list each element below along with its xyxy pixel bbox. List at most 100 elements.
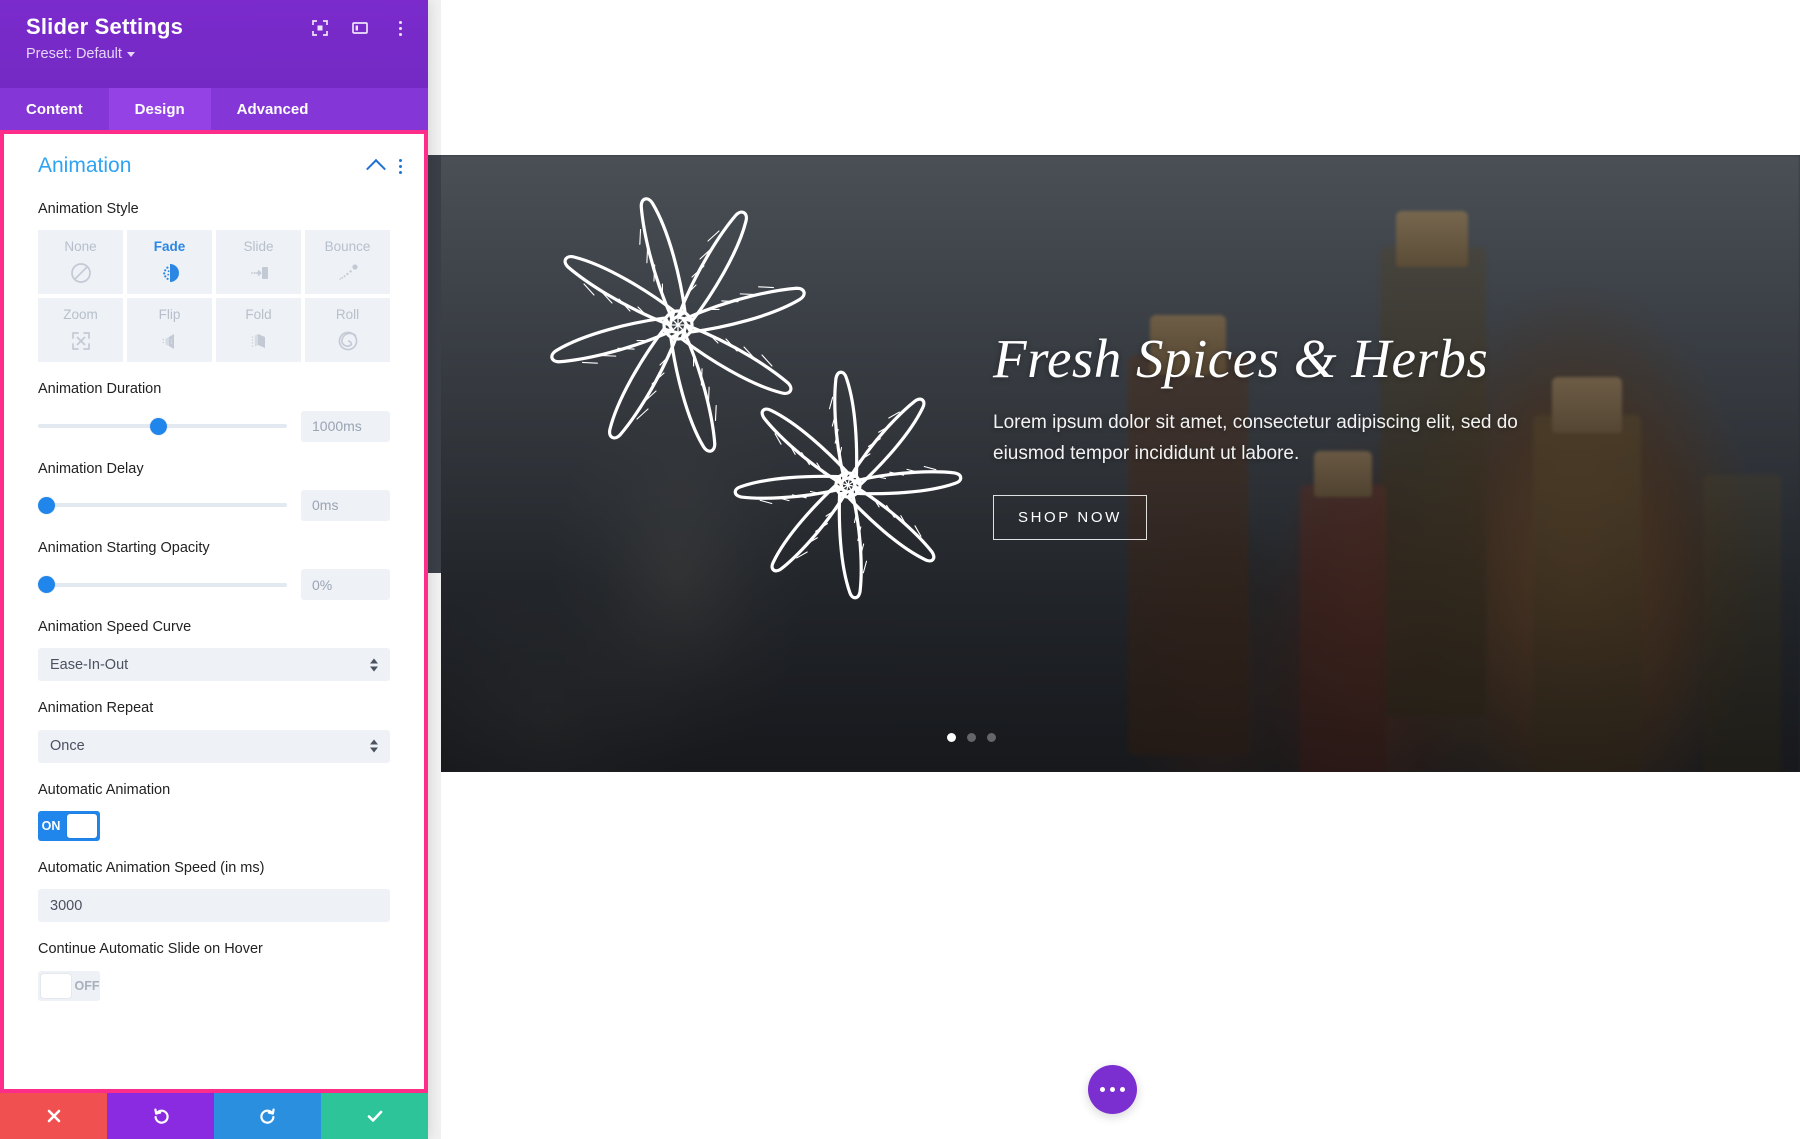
- slide-icon: [247, 260, 271, 286]
- slider-track: [38, 503, 287, 508]
- page-scrollbar-thumb[interactable]: [428, 155, 441, 573]
- bounce-icon: [336, 260, 360, 286]
- no-entry-icon: [69, 260, 93, 286]
- focus-icon[interactable]: [310, 18, 330, 38]
- star-anise-illustration: [548, 195, 988, 615]
- select-stepper-icon: [370, 739, 378, 753]
- slider-title: Fresh Spices & Herbs: [993, 328, 1489, 389]
- animation-style-zoom[interactable]: Zoom: [38, 298, 123, 363]
- field-label: Automatic Animation: [38, 781, 171, 798]
- animation-style-none[interactable]: None: [38, 230, 123, 295]
- select-stepper-icon: [370, 658, 378, 672]
- check-icon: [367, 1110, 382, 1122]
- toggle-knob: [41, 973, 71, 998]
- slider-knob[interactable]: [38, 576, 55, 594]
- redo-button[interactable]: [214, 1093, 321, 1139]
- field-label: Animation Style: [38, 201, 139, 217]
- slider-dot-1[interactable]: [947, 733, 956, 742]
- continue-on-hover-toggle[interactable]: OFF: [38, 970, 100, 1001]
- chevron-down-icon: [126, 51, 135, 57]
- layout-panel-icon[interactable]: [350, 18, 370, 38]
- section-title: Animation: [38, 154, 132, 177]
- select-value: Once: [50, 738, 85, 755]
- automatic-animation-speed-input[interactable]: 3000: [38, 889, 390, 923]
- preset-selector[interactable]: Preset: Default: [26, 46, 408, 62]
- animation-delay-input[interactable]: 0ms: [301, 489, 390, 521]
- field-label: Animation Starting Opacity: [38, 539, 210, 556]
- animation-style-label: Bounce: [324, 238, 371, 254]
- slider-knob[interactable]: [150, 417, 168, 435]
- flip-icon: [158, 328, 182, 354]
- animation-style-fade[interactable]: Fade: [127, 230, 212, 295]
- panel-footer: [0, 1093, 428, 1139]
- toggle-knob: [67, 813, 97, 838]
- tab-design[interactable]: Design: [108, 88, 211, 130]
- field-automatic-animation: Automatic Animation ON: [4, 781, 424, 841]
- field-animation-starting-opacity: Animation Starting Opacity 0%: [4, 539, 424, 601]
- panel-scroll-area[interactable]: Animation Animation Style None Fade Slid…: [4, 134, 424, 1089]
- field-animation-repeat: Animation Repeat Once: [4, 699, 424, 763]
- slider-pagination[interactable]: [947, 733, 996, 742]
- slider-control: 0ms: [38, 489, 390, 521]
- animation-speed-curve-select[interactable]: Ease-In-Out: [38, 648, 390, 682]
- tab-advanced[interactable]: Advanced: [211, 88, 335, 130]
- slider-control: 0%: [38, 569, 390, 601]
- preset-label: Preset: Default: [26, 46, 122, 62]
- undo-button[interactable]: [107, 1093, 214, 1139]
- close-icon: [47, 1109, 60, 1123]
- panel-body: Animation Animation Style None Fade Slid…: [0, 130, 428, 1093]
- slider-body-text: Lorem ipsum dolor sit amet, consectetur …: [993, 411, 1518, 464]
- fold-icon: [247, 328, 271, 354]
- animation-starting-opacity-slider[interactable]: [38, 575, 287, 595]
- ellipsis-dot: [1120, 1087, 1125, 1092]
- slider-settings-panel: Slider Settings Preset: Default Content …: [0, 0, 428, 1139]
- animation-style-label: Flip: [158, 306, 181, 322]
- field-animation-duration: Animation Duration 1000ms: [4, 380, 424, 442]
- animation-style-label: Zoom: [63, 306, 98, 322]
- animation-starting-opacity-input[interactable]: 0%: [301, 569, 390, 601]
- field-label: Animation Duration: [38, 381, 162, 398]
- field-label: Animation Repeat: [38, 700, 154, 717]
- screen: Fresh Spices & Herbs Lorem ipsum dolor s…: [0, 0, 1800, 1139]
- toggle-state-label: OFF: [74, 978, 100, 993]
- slider-dot-3[interactable]: [987, 733, 996, 742]
- animation-duration-slider[interactable]: [38, 416, 287, 436]
- ellipsis-dot: [1110, 1087, 1115, 1092]
- animation-repeat-select[interactable]: Once: [38, 729, 390, 763]
- field-animation-speed-curve: Animation Speed Curve Ease-In-Out: [4, 618, 424, 682]
- ellipsis-dot: [1100, 1087, 1105, 1092]
- animation-style-roll[interactable]: Roll: [305, 298, 390, 363]
- field-label: Animation Speed Curve: [38, 619, 192, 636]
- animation-section-header: Animation: [4, 134, 424, 182]
- page-settings-button[interactable]: [1088, 1065, 1137, 1114]
- animation-style-flip[interactable]: Flip: [127, 298, 212, 363]
- slider-module[interactable]: Fresh Spices & Herbs Lorem ipsum dolor s…: [428, 155, 1800, 772]
- animation-duration-input[interactable]: 1000ms: [301, 410, 390, 442]
- cancel-button[interactable]: [0, 1093, 107, 1139]
- more-options-icon[interactable]: [399, 158, 402, 174]
- animation-style-fold[interactable]: Fold: [216, 298, 301, 363]
- chevron-up-icon[interactable]: [366, 158, 386, 179]
- slider-dot-2[interactable]: [967, 733, 976, 742]
- animation-style-bounce[interactable]: Bounce: [305, 230, 390, 295]
- fade-icon: [158, 260, 182, 286]
- slider-copy: Fresh Spices & Herbs Lorem ipsum dolor s…: [993, 328, 1613, 541]
- field-label: Continue Automatic Slide on Hover: [38, 941, 263, 958]
- animation-style-label: Roll: [335, 306, 360, 322]
- more-options-icon[interactable]: [390, 18, 410, 38]
- save-button[interactable]: [321, 1093, 428, 1139]
- tab-content[interactable]: Content: [0, 88, 109, 130]
- slider-control: 1000ms: [38, 410, 390, 442]
- animation-style-label: Fade: [153, 238, 186, 254]
- shop-now-button[interactable]: SHOP NOW: [993, 495, 1147, 541]
- panel-tabs: Content Design Advanced: [0, 88, 428, 130]
- animation-delay-slider[interactable]: [38, 495, 287, 515]
- slider-knob[interactable]: [38, 496, 55, 514]
- field-animation-style: Animation Style None Fade Slide Bounce Z…: [4, 200, 424, 363]
- slider-track: [38, 582, 287, 587]
- field-label: Animation Delay: [38, 460, 144, 477]
- field-automatic-animation-speed: Automatic Animation Speed (in ms) 3000: [4, 859, 424, 923]
- panel-header-actions: [310, 18, 410, 38]
- animation-style-slide[interactable]: Slide: [216, 230, 301, 295]
- automatic-animation-toggle[interactable]: ON: [38, 810, 100, 841]
